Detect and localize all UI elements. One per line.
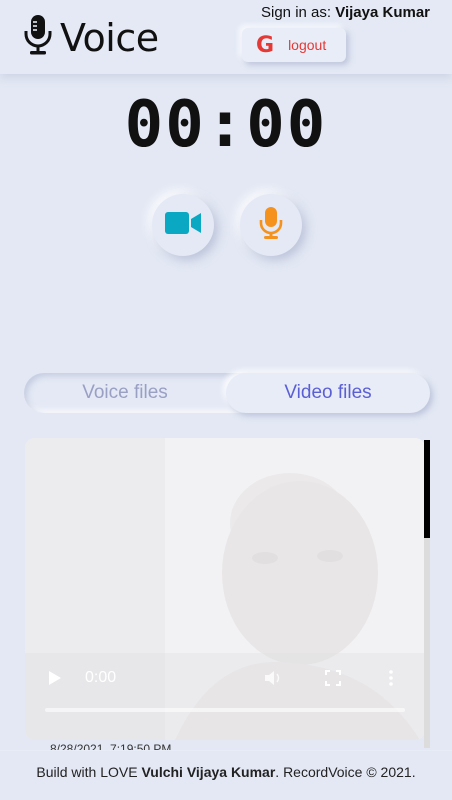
video-player[interactable] — [25, 438, 425, 740]
signin-prefix: Sign in as: — [261, 4, 336, 21]
signin-status: Sign in as: Vijaya Kumar — [261, 4, 430, 21]
tab-voice-files[interactable]: Voice files — [24, 373, 226, 413]
app-header: Voice Sign in as: Vijaya Kumar G logout — [0, 0, 452, 74]
google-icon: G — [256, 32, 275, 58]
more-options-icon[interactable] — [388, 670, 394, 691]
scrollbar-thumb[interactable] — [424, 440, 430, 538]
volume-icon[interactable] — [264, 670, 282, 691]
video-camera-icon — [164, 210, 202, 241]
video-current-time: 0:00 — [85, 669, 117, 686]
recording-timer: 00:00 — [124, 88, 328, 162]
logout-button[interactable]: G logout — [242, 28, 346, 62]
footer-author: Vulchi Vijaya Kumar — [141, 764, 276, 780]
app-title: Voice — [60, 15, 159, 60]
footer-suffix: . RecordVoice © 2021. — [275, 764, 416, 780]
file-tabs: Voice files Video files — [24, 373, 430, 413]
app-logo: Voice — [22, 14, 159, 61]
record-voice-button[interactable] — [240, 194, 302, 256]
fullscreen-icon[interactable] — [325, 670, 341, 691]
microphone-icon — [258, 206, 284, 245]
video-date: 8/28/2021, 7:19:50 PM — [50, 742, 172, 750]
footer: Build with LOVE Vulchi Vijaya Kumar. Rec… — [0, 750, 452, 800]
footer-prefix: Build with LOVE — [36, 764, 142, 780]
play-icon[interactable] — [48, 670, 62, 691]
tab-video-files[interactable]: Video files — [226, 373, 430, 413]
microphone-logo-icon — [22, 14, 54, 61]
logout-label: logout — [288, 37, 327, 53]
user-name: Vijaya Kumar — [335, 4, 430, 21]
record-video-button[interactable] — [152, 194, 214, 256]
video-frame-thumbnail — [25, 438, 425, 740]
video-progress-bar[interactable] — [45, 708, 405, 712]
